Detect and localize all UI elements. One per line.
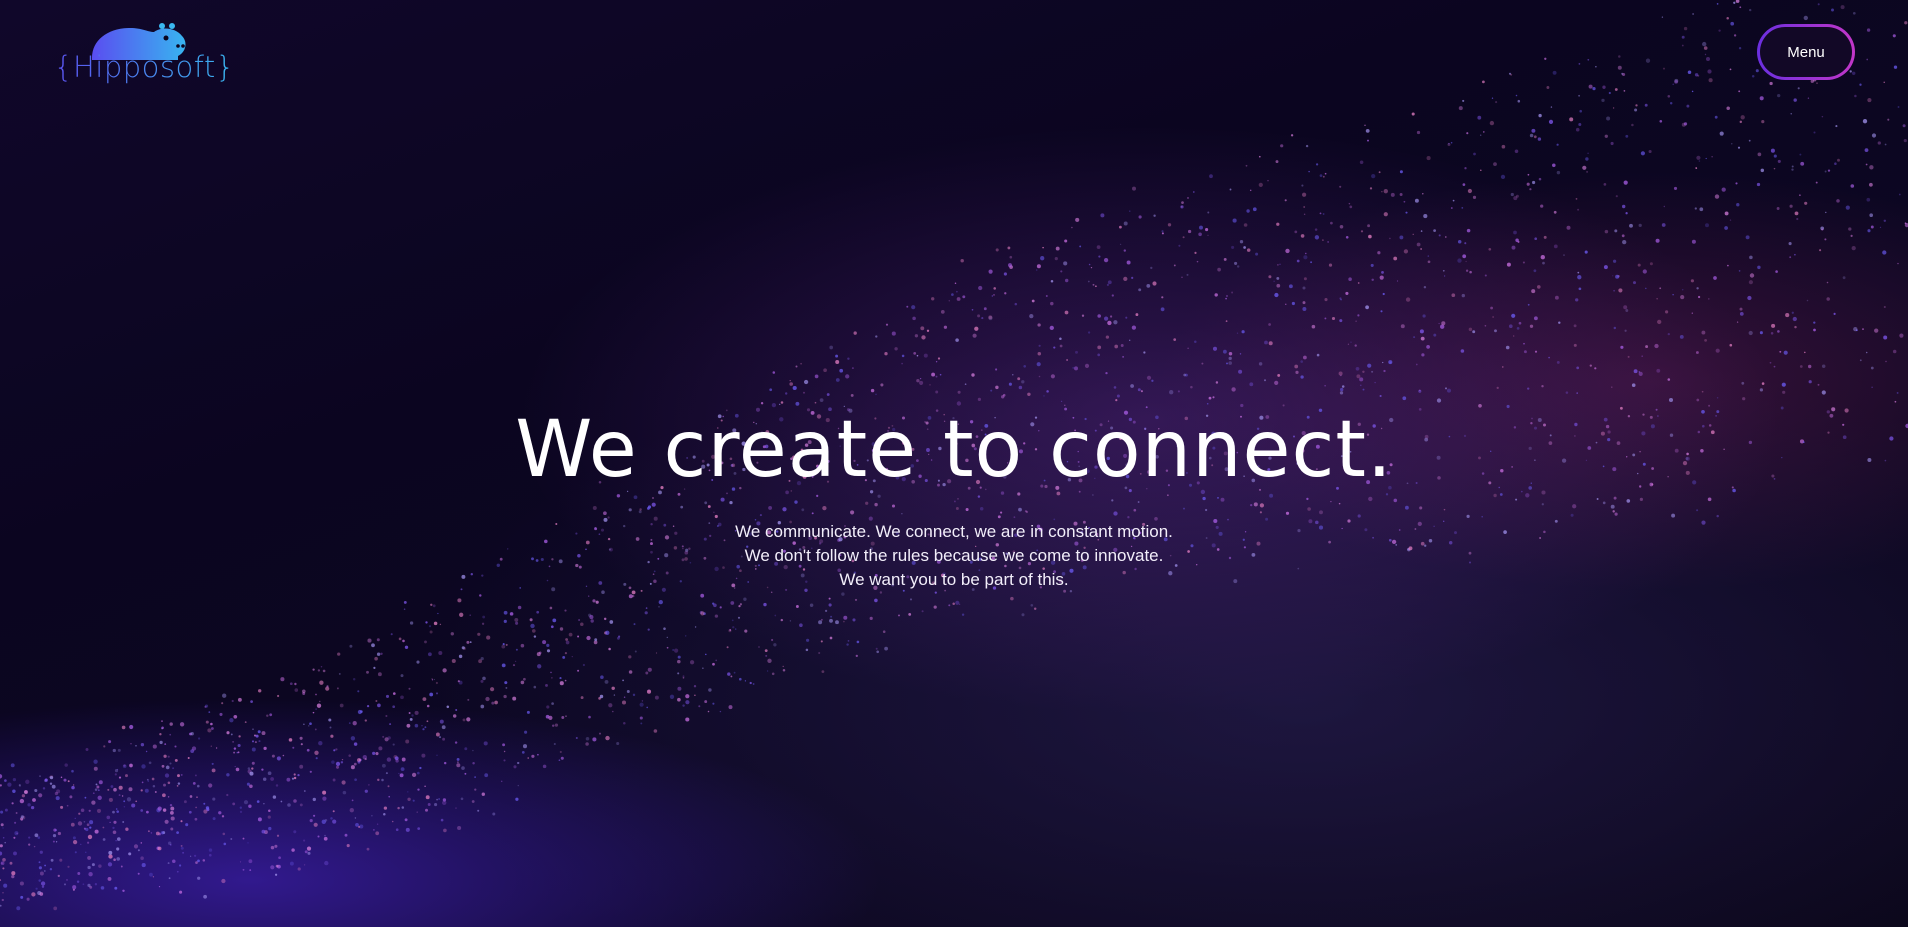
site-header: {Hipposoft} Menu [0, 0, 1908, 110]
hero-line: We don't follow the rules because we com… [744, 546, 1164, 565]
hero-line: We want you to be part of this. [839, 570, 1069, 589]
menu-button[interactable]: Menu [1757, 24, 1855, 80]
hero-description: We communicate. We connect, we are in co… [0, 520, 1908, 592]
hero-line: We communicate. We connect, we are in co… [735, 522, 1173, 541]
landing-page: {Hipposoft} Menu We create to connect. W… [0, 0, 1908, 927]
brand-name: {Hipposoft} [54, 50, 235, 84]
brand-logo[interactable]: {Hipposoft} [54, 20, 234, 90]
hero-title: We create to connect. [515, 405, 1393, 495]
hero-section: We create to connect. We communicate. We… [0, 400, 1908, 592]
